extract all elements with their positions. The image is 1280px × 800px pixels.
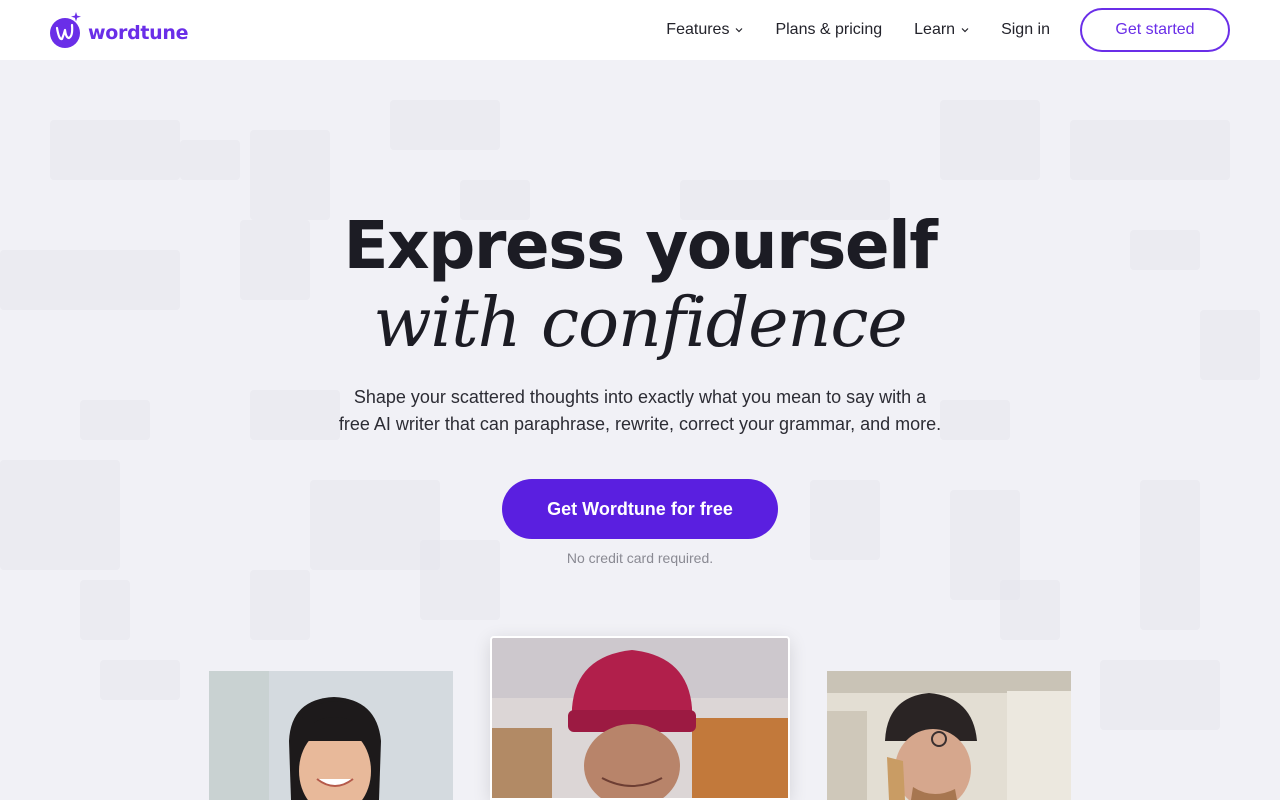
wordtune-logo[interactable]: wordtune [50, 12, 189, 48]
testimonial-photo-center [490, 636, 790, 800]
get-wordtune-free-button[interactable]: Get Wordtune for free [502, 479, 778, 539]
hero-subtitle: Shape your scattered thoughts into exact… [320, 384, 960, 438]
get-started-button[interactable]: Get started [1080, 8, 1230, 52]
hero-subtitle-line2: free AI writer that can paraphrase, rewr… [338, 414, 942, 434]
cta-label: Get Wordtune for free [547, 498, 733, 519]
chevron-down-icon [736, 28, 743, 33]
nav-learn[interactable]: Learn [914, 21, 969, 39]
hero-subtitle-line1: Shape your scattered thoughts into exact… [353, 387, 927, 407]
nav-pricing-label: Plans & pricing [775, 21, 883, 38]
brand-name: wordtune [88, 22, 189, 44]
main-nav: Features Plans & pricing Learn Sign in G… [666, 0, 1230, 60]
testimonial-photo-right [827, 671, 1071, 800]
hero-title-line1: Express yourself [343, 207, 938, 284]
nav-features-label: Features [666, 21, 730, 38]
sign-in-label: Sign in [1001, 21, 1050, 38]
chevron-down-icon [961, 28, 969, 33]
get-started-label: Get started [1115, 21, 1195, 38]
wordtune-logo-icon [50, 12, 82, 48]
nav-plans-pricing[interactable]: Plans & pricing [775, 21, 882, 39]
site-header: wordtune Features Plans & pricing Learn … [0, 0, 1280, 60]
hero-title-line2: with confidence [373, 284, 907, 363]
testimonial-photo-left [209, 671, 453, 800]
sign-in-link[interactable]: Sign in [1001, 21, 1050, 39]
nav-features[interactable]: Features [666, 21, 743, 39]
no-credit-card-note: No credit card required. [566, 550, 714, 566]
nav-learn-label: Learn [914, 21, 956, 38]
